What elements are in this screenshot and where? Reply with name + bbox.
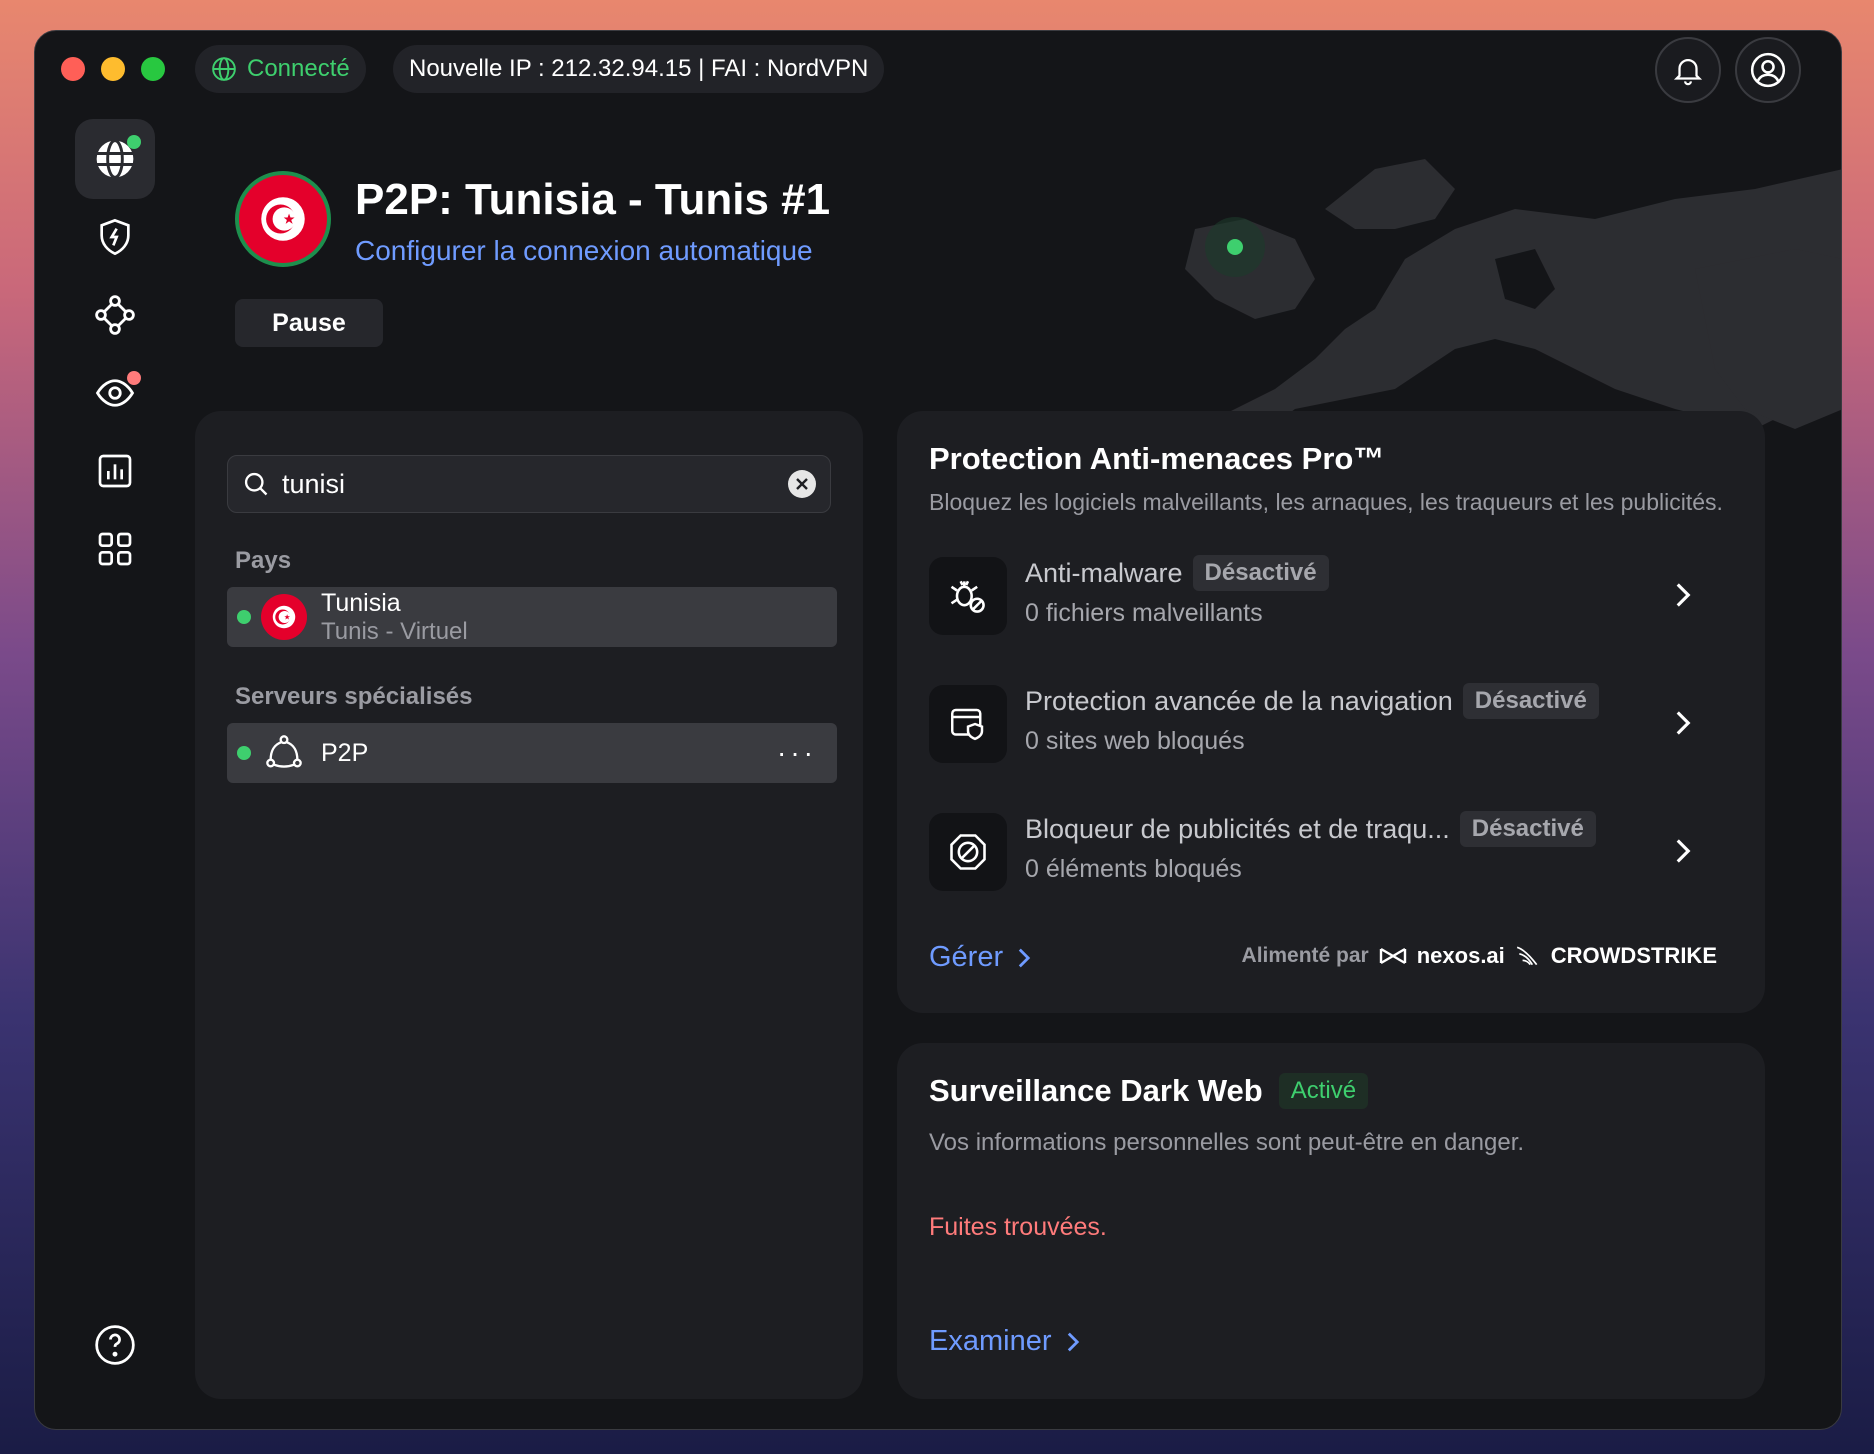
threat-subtitle: Bloquez les logiciels malveillants, les …: [929, 489, 1723, 515]
close-icon: [796, 478, 808, 490]
sidebar-item-vpn[interactable]: [75, 119, 155, 199]
chevron-right-icon: [1676, 711, 1691, 735]
status-badge: Activé: [1278, 1073, 1369, 1109]
minimize-window-button[interactable]: [101, 57, 125, 81]
manage-link-text: Gérer: [929, 941, 1004, 973]
browser-shield-icon: [929, 685, 1007, 763]
user-icon: [1750, 52, 1786, 88]
feature-name-text: Protection avancée de la navigation: [1025, 685, 1453, 716]
dark-web-subtitle: Vos informations personnelles sont peut-…: [929, 1129, 1525, 1156]
app-window: Connecté Nouvelle IP : 212.32.94.15 | FA…: [34, 30, 1842, 1430]
server-search-panel: Pays Tunisia Tunis - Virtuel Serveurs sp…: [195, 411, 863, 1399]
search-icon: [244, 472, 268, 496]
examine-link[interactable]: Examiner: [929, 1325, 1080, 1358]
manage-link[interactable]: Gérer: [929, 941, 1031, 974]
tunisia-flag-icon: [261, 594, 307, 640]
grid-icon: [98, 532, 132, 566]
status-dot: [237, 610, 251, 624]
sidebar-item-apps[interactable]: [75, 509, 155, 589]
feature-count: 0 éléments bloqués: [1025, 855, 1242, 883]
specialty-result-p2p[interactable]: P2P ···: [227, 723, 837, 783]
sidebar-item-threat-protection[interactable]: [75, 197, 155, 277]
country-sub: Tunis - Virtuel: [321, 617, 468, 645]
specialty-name: P2P: [321, 738, 369, 767]
chevron-right-icon: [1067, 1332, 1079, 1351]
close-window-button[interactable]: [61, 57, 85, 81]
feature-ad-blocker[interactable]: Bloqueur de publicités et de traqu... Dé…: [929, 807, 1729, 897]
feature-name-text: Bloqueur de publicités et de traqu...: [1025, 813, 1450, 844]
sidebar-item-dark-web-monitor[interactable]: [75, 353, 155, 433]
feature-web-protection[interactable]: Protection avancée de la navigation Désa…: [929, 679, 1729, 769]
feature-anti-malware[interactable]: Anti-malware Désactivé 0 fichiers malvei…: [929, 551, 1729, 641]
account-button[interactable]: [1735, 37, 1801, 103]
clear-search-button[interactable]: [788, 470, 816, 498]
tunisia-flag-icon: [235, 171, 331, 267]
search-box[interactable]: [227, 455, 831, 513]
connection-status-text: Connecté: [247, 55, 350, 82]
crowdstrike-logo-icon: [1516, 946, 1538, 966]
threat-protection-panel: Protection Anti-menaces Pro™ Bloquez les…: [897, 411, 1765, 1013]
pause-button[interactable]: Pause: [235, 299, 383, 347]
country-section-label: Pays: [235, 547, 292, 574]
chevron-right-icon: [1676, 839, 1691, 863]
shield-bolt-icon: [100, 218, 130, 256]
chevron-right-icon: [1018, 948, 1031, 967]
auto-connect-link[interactable]: Configurer la connexion automatique: [355, 235, 813, 267]
more-options-button[interactable]: ···: [777, 737, 817, 769]
feature-count: 0 fichiers malveillants: [1025, 599, 1263, 627]
leak-alert-text: Fuites trouvées.: [929, 1213, 1107, 1241]
nexos-logo-icon: [1379, 947, 1406, 965]
chevron-right-icon: [1676, 583, 1691, 607]
alert-dot: [127, 371, 141, 385]
country-name: Tunisia: [321, 588, 401, 617]
maximize-window-button[interactable]: [141, 57, 165, 81]
sidebar-item-meshnet[interactable]: [75, 275, 155, 355]
dark-web-title: Surveillance Dark Web: [929, 1073, 1263, 1108]
connection-status-pill: Connecté: [195, 45, 366, 93]
ip-info-text: Nouvelle IP : 212.32.94.15 | FAI : NordV…: [409, 55, 869, 82]
country-result-tunisia[interactable]: Tunisia Tunis - Virtuel: [227, 587, 837, 647]
help-icon: [95, 1325, 135, 1365]
notifications-button[interactable]: [1655, 37, 1721, 103]
specialty-section-label: Serveurs spécialisés: [235, 683, 473, 710]
bug-icon: [929, 557, 1007, 635]
sidebar-item-help[interactable]: [75, 1305, 155, 1385]
dark-web-monitor-panel: Surveillance Dark Web Activé Vos informa…: [897, 1043, 1765, 1399]
server-title: P2P: Tunisia - Tunis #1: [355, 175, 831, 224]
bell-icon: [1673, 59, 1703, 86]
examine-link-text: Examiner: [929, 1325, 1052, 1357]
search-input[interactable]: [282, 468, 776, 500]
threat-title: Protection Anti-menaces Pro™: [929, 441, 1385, 476]
nexos-brand: nexos.ai: [1416, 943, 1505, 968]
server-location-marker: [1227, 239, 1243, 255]
ip-info-pill: Nouvelle IP : 212.32.94.15 | FAI : NordV…: [393, 45, 885, 93]
powered-by: Alimenté par nexos.ai CROWDSTRIKE: [1242, 943, 1717, 969]
meshnet-icon: [95, 295, 135, 335]
sidebar: [35, 109, 195, 1429]
status-badge: Désactivé: [1462, 683, 1599, 719]
crowdstrike-brand: CROWDSTRIKE: [1550, 943, 1717, 968]
sidebar-item-statistics[interactable]: [75, 431, 155, 511]
p2p-icon: [261, 730, 307, 776]
chart-icon: [98, 454, 132, 488]
feature-name-text: Anti-malware: [1025, 557, 1183, 588]
feature-count: 0 sites web bloqués: [1025, 727, 1245, 755]
title-bar: Connecté Nouvelle IP : 212.32.94.15 | FA…: [35, 31, 1841, 109]
globe-icon: [212, 57, 236, 81]
status-badge: Désactivé: [1459, 811, 1596, 847]
status-dot: [237, 746, 251, 760]
powered-by-text: Alimenté par: [1241, 944, 1369, 967]
block-icon: [929, 813, 1007, 891]
status-badge: Désactivé: [1192, 555, 1329, 591]
connected-dot: [127, 135, 141, 149]
